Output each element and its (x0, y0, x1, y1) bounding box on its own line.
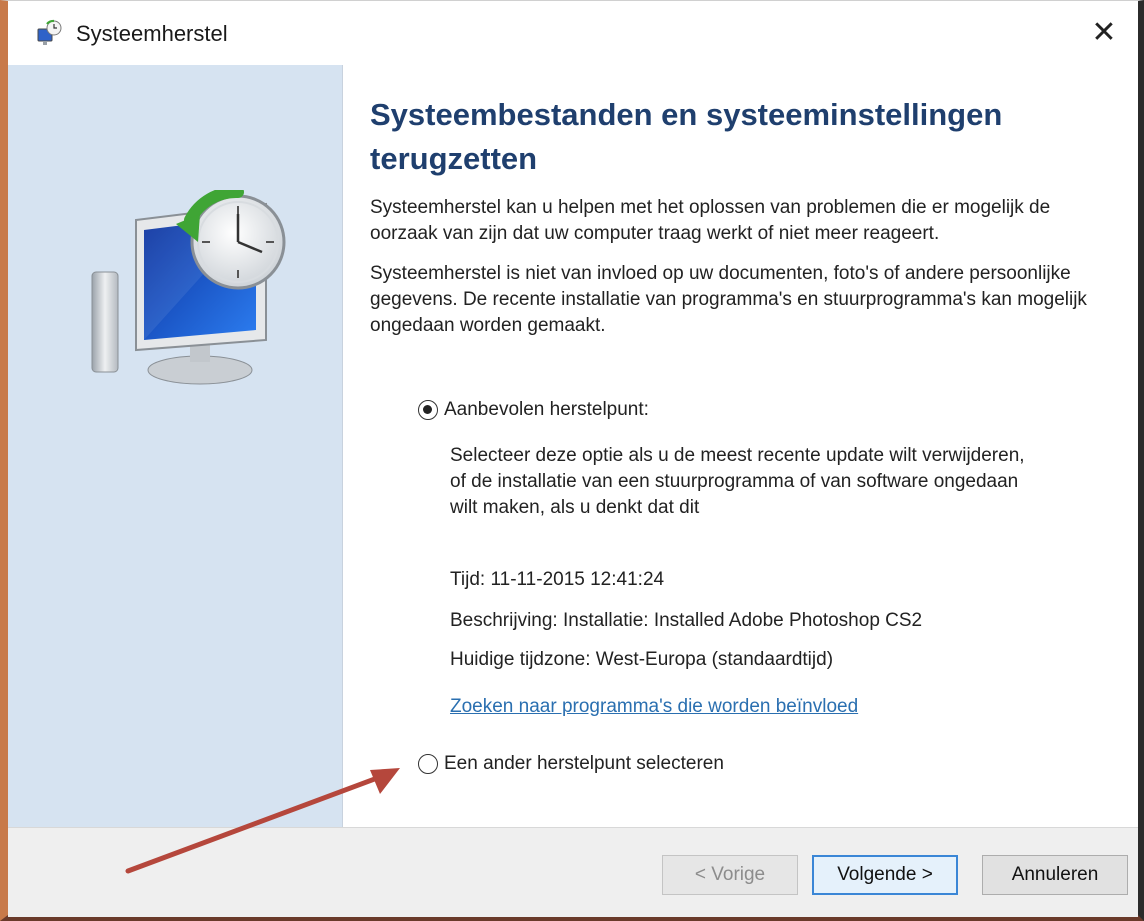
radio-other[interactable] (418, 754, 438, 774)
option-recommended[interactable]: Aanbevolen herstelpunt: (418, 399, 649, 421)
restore-timezone: Huidige tijdzone: West-Europa (standaard… (450, 649, 834, 670)
option-other[interactable]: Een ander herstelpunt selecteren (418, 753, 724, 775)
panel-divider (342, 65, 343, 827)
restore-description: Beschrijving: Installatie: Installed Ado… (450, 610, 923, 631)
close-button[interactable]: ✕ (1084, 13, 1124, 53)
window-title: Systeemherstel (76, 21, 228, 46)
intro-paragraph: Systeemherstel kan u helpen met het oplo… (370, 197, 1051, 244)
side-panel (8, 65, 342, 827)
title-bar: Systeemherstel ✕ (8, 1, 1138, 65)
option-other-label: Een ander herstelpunt selecteren (444, 753, 724, 774)
scan-affected-programs-link[interactable]: Zoeken naar programma's die worden beïnv… (450, 696, 858, 718)
page-heading: Systeembestanden en systeeminstellingen … (370, 97, 1003, 176)
next-button[interactable]: Volgende > (812, 855, 958, 895)
restore-time: Tijd: 11-11-2015 12:41:24 (450, 569, 665, 590)
dialog-window: Systeemherstel ✕ Systeembestanden en sys… (0, 0, 1144, 921)
main-content: Systeembestanden en systeeminstellingen … (370, 93, 1090, 339)
info-paragraph: Systeemherstel is niet van invloed op uw… (370, 263, 1087, 336)
cancel-button[interactable]: Annuleren (982, 855, 1128, 895)
annotation-arrow-icon (125, 768, 400, 874)
option-recommended-label: Aanbevolen herstelpunt: (444, 399, 649, 420)
system-restore-icon (37, 19, 62, 45)
back-button[interactable]: < Vorige (662, 855, 798, 895)
option-recommended-description: Selecteer deze optie als u de meest rece… (450, 445, 1025, 518)
radio-recommended[interactable] (418, 400, 438, 420)
system-restore-hero-icon (91, 190, 286, 385)
